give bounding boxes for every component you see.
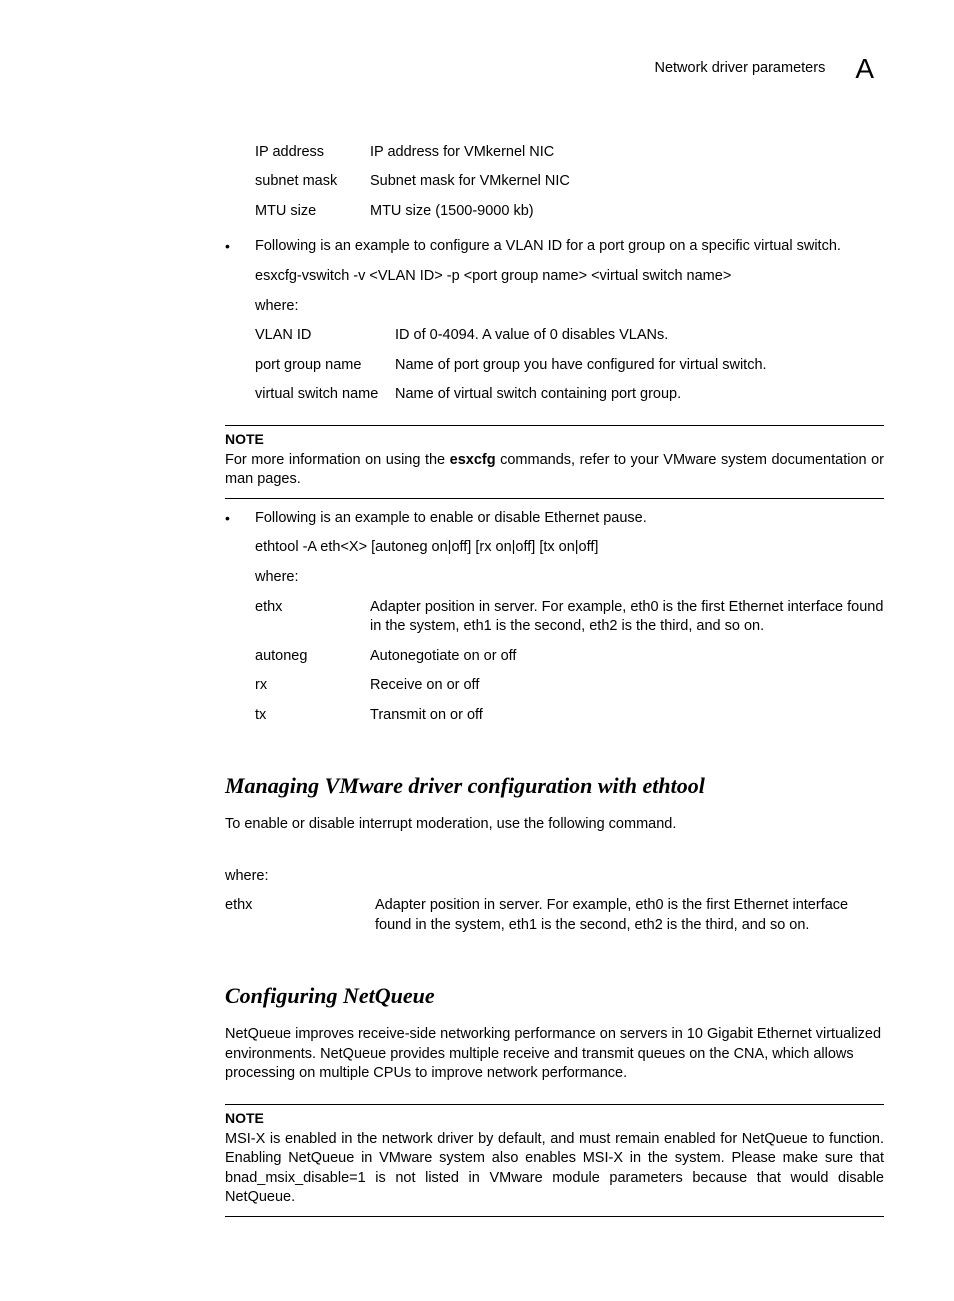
note-label: NOTE <box>225 1109 884 1128</box>
header-title: Network driver parameters <box>654 59 825 79</box>
term: autoneg <box>255 647 370 667</box>
desc: Receive on or off <box>370 676 884 696</box>
section-text: NetQueue improves receive-side networkin… <box>225 1025 884 1084</box>
divider <box>225 1104 884 1105</box>
term: rx <box>255 676 370 696</box>
desc: Transmit on or off <box>370 706 884 726</box>
definition-table-1: IP address IP address for VMkernel NIC s… <box>255 143 884 222</box>
term: ethx <box>225 896 375 935</box>
section-heading-netqueue: Configuring NetQueue <box>225 981 884 1011</box>
desc: MTU size (1500-9000 kb) <box>370 202 884 222</box>
bullet-icon: • <box>225 237 230 256</box>
divider <box>225 1216 884 1217</box>
table-row: tx Transmit on or off <box>255 706 884 726</box>
table-row: VLAN ID ID of 0-4094. A value of 0 disab… <box>255 326 884 346</box>
desc: Adapter position in server. For example,… <box>370 598 884 637</box>
note-body: MSI-X is enabled in the network driver b… <box>225 1130 884 1208</box>
term: port group name <box>255 356 395 376</box>
command-line: ethtool -A eth<X> [autoneg on|off] [rx o… <box>255 538 884 558</box>
where-label: where: <box>255 568 884 588</box>
table-row: subnet mask Subnet mask for VMkernel NIC <box>255 172 884 192</box>
term: IP address <box>255 143 370 163</box>
table-row: ethx Adapter position in server. For exa… <box>225 896 884 935</box>
where-label: where: <box>255 297 884 317</box>
desc: Name of port group you have configured f… <box>395 356 884 376</box>
command-line: esxcfg-vswitch -v <VLAN ID> -p <port gro… <box>255 267 884 287</box>
page: Network driver parameters A IP address I… <box>0 0 954 1301</box>
desc: Subnet mask for VMkernel NIC <box>370 172 884 192</box>
term: tx <box>255 706 370 726</box>
note-body: For more information on using the esxcfg… <box>225 451 884 490</box>
note-text-before: For more information on using the <box>225 452 450 468</box>
term: subnet mask <box>255 172 370 192</box>
table-row: port group name Name of port group you h… <box>255 356 884 376</box>
desc: Adapter position in server. For example,… <box>375 896 884 935</box>
bullet-intro: Following is an example to enable or dis… <box>255 509 884 529</box>
term: ethx <box>255 598 370 637</box>
divider <box>225 498 884 499</box>
bullet-icon: • <box>225 509 230 528</box>
term: MTU size <box>255 202 370 222</box>
section-intro: To enable or disable interrupt moderatio… <box>225 815 884 835</box>
note-2: NOTE MSI-X is enabled in the network dri… <box>225 1104 884 1217</box>
header-letter: A <box>855 50 874 88</box>
desc: IP address for VMkernel NIC <box>370 143 884 163</box>
page-header: Network driver parameters A <box>70 50 884 88</box>
bullet-pause: • Following is an example to enable or d… <box>225 509 884 726</box>
term: virtual switch name <box>255 385 395 405</box>
table-row: rx Receive on or off <box>255 676 884 696</box>
desc: ID of 0-4094. A value of 0 disables VLAN… <box>395 326 884 346</box>
desc: Autonegotiate on or off <box>370 647 884 667</box>
table-row: IP address IP address for VMkernel NIC <box>255 143 884 163</box>
term: VLAN ID <box>255 326 395 346</box>
table-row: MTU size MTU size (1500-9000 kb) <box>255 202 884 222</box>
divider <box>225 425 884 426</box>
table-row: ethx Adapter position in server. For exa… <box>255 598 884 637</box>
note-bold: esxcfg <box>450 452 496 468</box>
bullet-intro: Following is an example to configure a V… <box>255 237 884 257</box>
table-row: virtual switch name Name of virtual swit… <box>255 385 884 405</box>
note-1: NOTE For more information on using the e… <box>225 425 884 499</box>
section-body: NetQueue improves receive-side networkin… <box>225 1025 884 1084</box>
note-label: NOTE <box>225 430 884 449</box>
section-heading-ethtool: Managing VMware driver configuration wit… <box>225 771 884 801</box>
where-label: where: <box>225 867 884 887</box>
desc: Name of virtual switch containing port g… <box>395 385 884 405</box>
section-body: To enable or disable interrupt moderatio… <box>225 815 884 935</box>
bullet-vlan: • Following is an example to configure a… <box>225 237 884 404</box>
table-row: autoneg Autonegotiate on or off <box>255 647 884 667</box>
